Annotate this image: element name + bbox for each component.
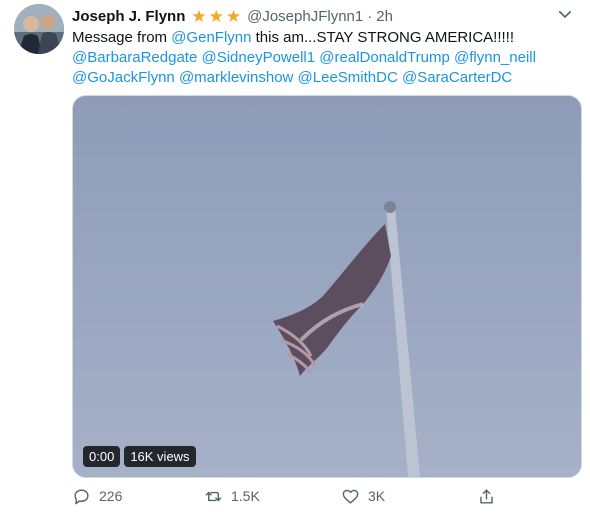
tweet-text-line2: @BarbaraRedgate @SidneyPowell1 @realDona… bbox=[72, 48, 582, 68]
chevron-down-icon[interactable] bbox=[554, 3, 576, 25]
tweet-text-prefix: Message from bbox=[72, 29, 172, 46]
mention-link[interactable]: @BarbaraRedgate bbox=[72, 49, 197, 66]
like-count: 3K bbox=[368, 488, 386, 504]
video-timestamp: 0:00 bbox=[83, 446, 121, 467]
tweet-text-suffix: this am...STAY STRONG AMERICA!!!!! bbox=[251, 29, 515, 46]
tweet-actions: 226 1.5K 3K bbox=[72, 484, 502, 508]
video-player[interactable]: 0:00 16K views bbox=[72, 95, 582, 478]
retweet-button[interactable]: 1.5K bbox=[204, 484, 260, 508]
mention-link[interactable]: @SaraCarterDC bbox=[402, 69, 512, 86]
star-icon: ★ bbox=[191, 6, 207, 26]
star-emojis: ★ ★ ★ bbox=[191, 8, 241, 25]
video-thumbnail bbox=[73, 96, 581, 477]
reply-button[interactable]: 226 bbox=[72, 484, 122, 508]
mention-link[interactable]: @realDonaldTrump bbox=[319, 49, 450, 66]
star-icon: ★ bbox=[225, 6, 242, 26]
tweet-text-line3: @GoJackFlynn @marklevinshow @LeeSmithDC … bbox=[72, 68, 582, 88]
mention-link[interactable]: @marklevinshow bbox=[179, 69, 293, 86]
view-count: 16K views bbox=[124, 446, 196, 467]
author-name[interactable]: Joseph J. Flynn bbox=[72, 8, 185, 25]
retweet-count: 1.5K bbox=[231, 488, 260, 504]
avatar[interactable] bbox=[14, 4, 64, 54]
separator-dot: · bbox=[367, 7, 373, 25]
retweet-icon bbox=[205, 491, 222, 501]
mention-link[interactable]: @LeeSmithDC bbox=[298, 69, 398, 86]
mention-link[interactable]: @GoJackFlynn bbox=[72, 69, 175, 86]
star-icon: ★ bbox=[208, 6, 224, 26]
tweet-time[interactable]: 2h bbox=[376, 8, 393, 25]
tweet-text-line1: Message from @GenFlynn this am...STAY ST… bbox=[72, 28, 582, 48]
author-handle[interactable]: @JosephJFlynn1 bbox=[247, 8, 363, 25]
avatar-image bbox=[14, 4, 64, 54]
tweet-text: Message from @GenFlynn this am...STAY ST… bbox=[72, 28, 582, 88]
reply-icon bbox=[74, 488, 89, 504]
like-button[interactable]: 3K bbox=[341, 484, 385, 508]
share-icon bbox=[480, 488, 493, 504]
mention-link[interactable]: @flynn_neill bbox=[454, 49, 536, 66]
video-badges: 0:00 16K views bbox=[83, 446, 196, 467]
mention-link[interactable]: @SidneyPowell1 bbox=[201, 49, 315, 66]
reply-count: 226 bbox=[99, 488, 123, 504]
heart-icon bbox=[342, 489, 359, 504]
share-button[interactable] bbox=[477, 484, 496, 508]
mention-link[interactable]: @GenFlynn bbox=[171, 29, 251, 46]
tweet-header: Joseph J. Flynn ★ ★ ★ @JosephJFlynn1 · 2… bbox=[72, 5, 576, 27]
